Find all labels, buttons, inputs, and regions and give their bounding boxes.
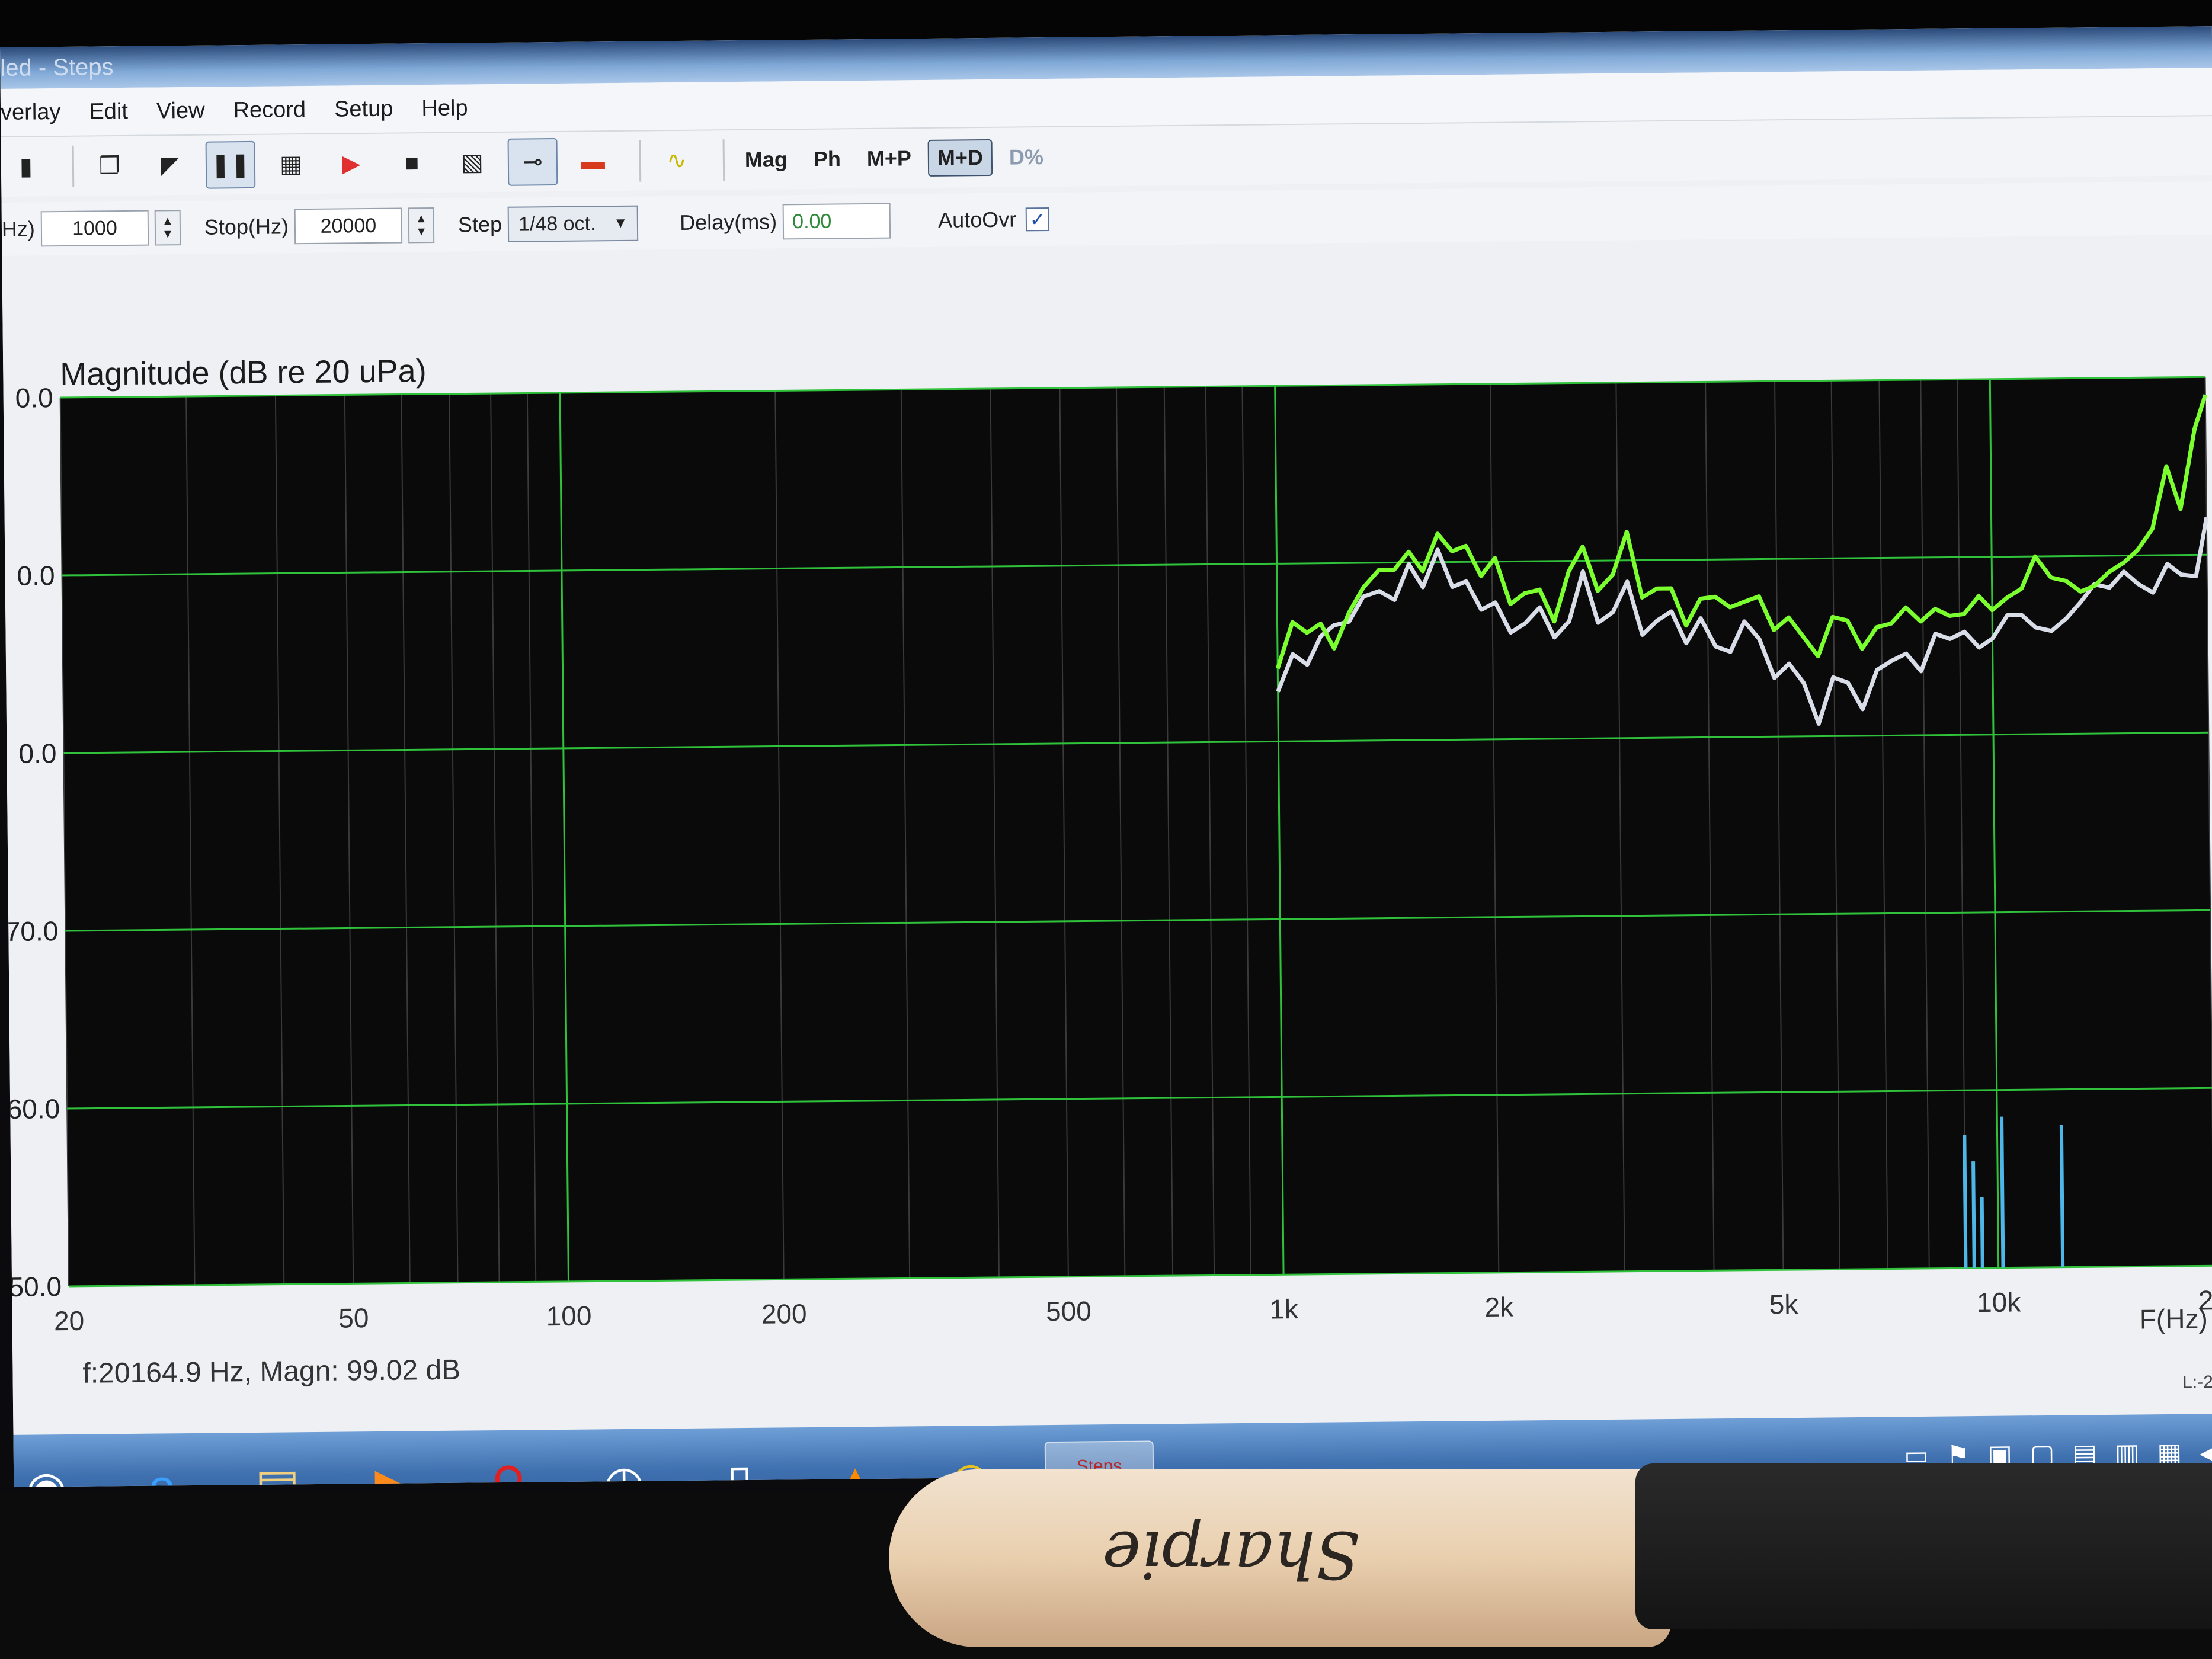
save-icon: ▮ (19, 153, 33, 180)
scope-icon: ∿ (666, 147, 687, 174)
menu-edit[interactable]: Edit (89, 98, 128, 124)
y-tick-label: 50.0 (8, 1271, 62, 1302)
toolbar-separator (72, 145, 75, 187)
delay-input[interactable]: 0.00 (782, 203, 891, 240)
x-tick-label: 500 (1046, 1295, 1091, 1327)
clock-icon[interactable]: ◷ (591, 1449, 657, 1487)
spectrum-bar (2000, 1116, 2005, 1268)
play-icon: ▶ (342, 150, 361, 177)
document-icon[interactable]: ▯ (707, 1449, 773, 1487)
mode-md-button[interactable]: M+D (927, 139, 993, 177)
spectrum-bar (1963, 1135, 1968, 1269)
y-tick-label: 0.0 (15, 382, 53, 414)
start-frequency-stepper[interactable]: ▲ ▼ (154, 210, 181, 246)
mode-ph-button[interactable]: Ph (804, 140, 851, 178)
step-value: 1/48 oct. (518, 212, 596, 236)
autoovr-label: AutoOvr (937, 207, 1017, 232)
cursor-readout: f:20164.9 Hz, Magn: 99.02 dB (82, 1354, 461, 1389)
internet-explorer-icon[interactable]: e (129, 1454, 195, 1487)
y-tick-label: 0.0 (18, 738, 56, 769)
mode-mag-button[interactable]: Mag (735, 141, 798, 178)
stop-frequency-input[interactable]: 20000 (294, 207, 403, 245)
plot-panel: Magnitude (dB re 20 uPa) 0.0 0.0 0.0 70.0 60… (2, 235, 2212, 1435)
corner-label: L:-2 (2182, 1372, 2212, 1392)
mode-dpct-button[interactable]: D% (1000, 139, 1054, 176)
save-button[interactable]: ▮ (1, 143, 52, 191)
x-tick-label: 20 (54, 1305, 85, 1336)
plot-background (60, 377, 2212, 1286)
menu-overlay[interactable]: verlay (1, 100, 61, 126)
grid-icon: ▦ (279, 151, 303, 178)
down-arrow-icon: ▼ (415, 225, 428, 239)
step-select[interactable]: 1/48 oct. ▼ (507, 205, 639, 242)
y-tick-label: 60.0 (7, 1093, 60, 1125)
up-arrow-icon: ▲ (415, 212, 427, 226)
cursor-button[interactable]: ◤ (145, 142, 196, 190)
start-label: Hz) (1, 216, 36, 241)
scope-button[interactable]: ∿ (652, 137, 702, 185)
clear-button[interactable]: ▧ (447, 139, 498, 187)
spectrum-bar (1971, 1161, 1976, 1269)
delay-label: Delay(ms) (679, 209, 777, 235)
clear-icon: ▧ (460, 149, 484, 176)
spectrum-bar (2059, 1125, 2065, 1267)
x-axis-label: F(Hz) (2140, 1303, 2208, 1334)
menu-setup[interactable]: Setup (334, 96, 393, 122)
grid-button[interactable]: ▦ (266, 140, 316, 188)
magnitude-chart: 0.0 0.0 0.0 70.0 60.0 50.020 50 100 200 500 1k 2k 5k… (5, 376, 2212, 1336)
mode-mp-button[interactable]: M+P (857, 140, 921, 177)
y-tick-label: 70.0 (5, 915, 59, 947)
stop-icon: ■ (404, 149, 420, 176)
up-arrow-icon: ▲ (161, 214, 174, 228)
marker-cap (1635, 1463, 2212, 1629)
play-button[interactable]: ▶ (326, 140, 377, 188)
probe-button[interactable]: ⊸ (507, 137, 558, 186)
stop-frequency-stepper[interactable]: ▲ ▼ (408, 207, 435, 244)
start-orb-icon[interactable]: ◉ (14, 1455, 79, 1487)
spectrum-icon: ▬ (581, 148, 606, 175)
pushpin-icon[interactable]: ⚲ (476, 1450, 542, 1487)
step-label: Step (457, 212, 502, 237)
down-arrow-icon: ▼ (162, 228, 174, 241)
pause-icon: ❚❚ (210, 151, 251, 178)
menu-view[interactable]: View (156, 98, 205, 124)
file-explorer-icon[interactable]: ▤ (245, 1453, 310, 1487)
probe-icon: ⊸ (522, 149, 543, 175)
stop-button[interactable]: ■ (387, 139, 437, 187)
menu-help[interactable]: Help (421, 95, 468, 121)
x-tick-label: 10k (1977, 1286, 2022, 1318)
start-frequency-input[interactable]: 1000 (40, 210, 149, 247)
x-tick-label: 50 (338, 1302, 369, 1333)
chevron-down-icon: ▼ (613, 214, 628, 232)
window-title: led - Steps (0, 54, 114, 81)
x-tick-label: 2k (1484, 1292, 1514, 1322)
marker-brand: Sharpie (1102, 1517, 1361, 1593)
copy-button[interactable]: ❐ (85, 142, 135, 190)
stop-label: Stop(Hz) (204, 214, 289, 239)
x-tick-label: 100 (546, 1301, 591, 1332)
menu-record[interactable]: Record (233, 97, 306, 123)
copy-icon: ❐ (98, 153, 121, 180)
x-tick-label: 200 (761, 1298, 807, 1330)
cursor-icon: ◤ (161, 152, 180, 179)
toolbar-separator (722, 139, 725, 181)
screen: led - Steps verlay Edit View Record Setu… (0, 26, 2212, 1487)
toolbar-separator (639, 140, 642, 182)
x-tick-label: 5k (1769, 1289, 1798, 1319)
pause-button[interactable]: ❚❚ (205, 140, 256, 189)
y-tick-label: 0.0 (17, 560, 55, 591)
vlc-icon[interactable]: ▲ (822, 1447, 888, 1487)
x-tick-label: 1k (1269, 1293, 1299, 1324)
media-player-icon[interactable]: ▶ (360, 1452, 426, 1487)
spectrum-bar (1980, 1196, 1984, 1269)
spectrum-button[interactable]: ▬ (568, 137, 619, 185)
autoovr-checkbox[interactable]: ✓ (1026, 207, 1050, 232)
